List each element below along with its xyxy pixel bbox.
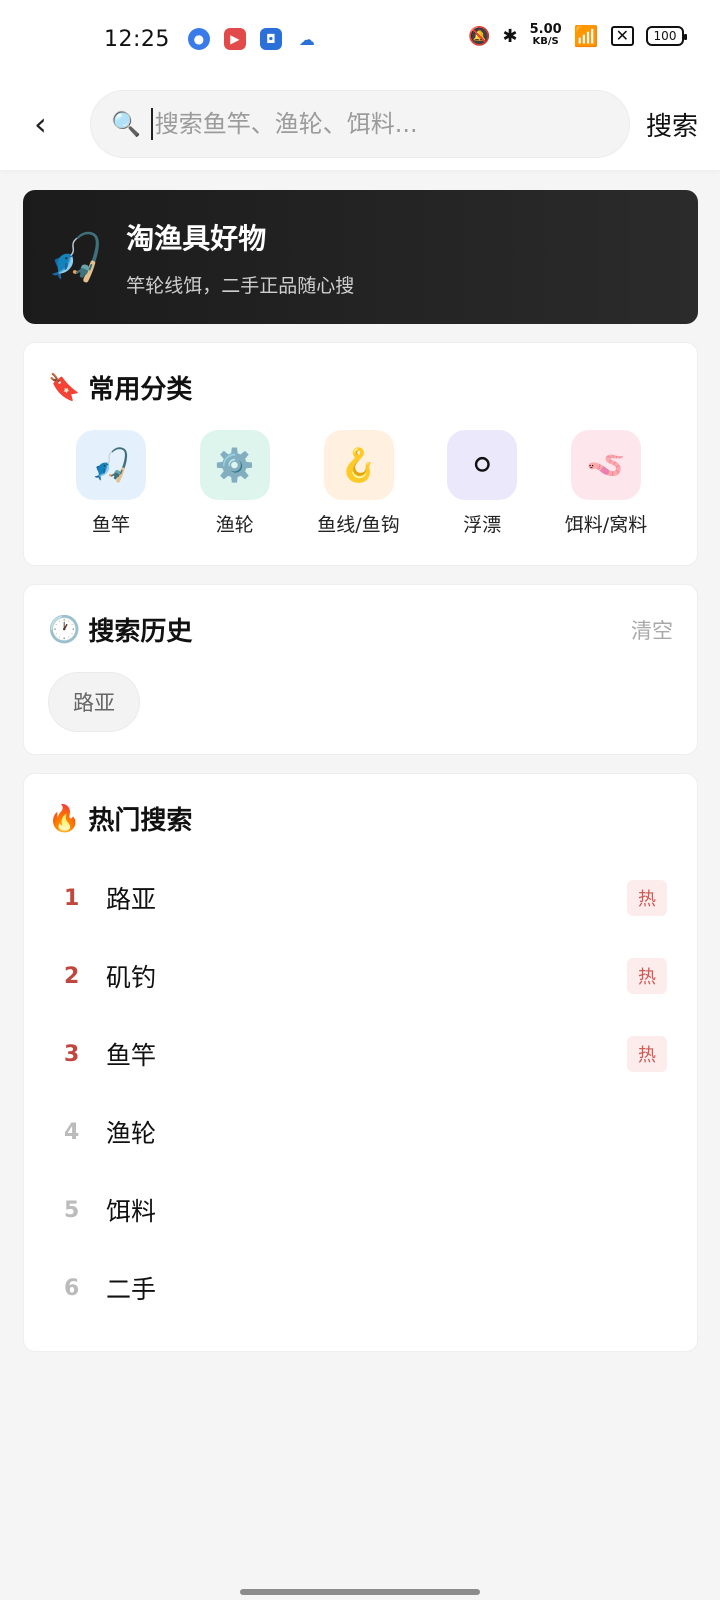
- history-list: 路亚: [24, 648, 697, 754]
- status-time: 12:25: [104, 26, 170, 52]
- search-input[interactable]: [154, 110, 609, 138]
- hot-search-item[interactable]: 1 路亚 热: [48, 859, 667, 937]
- hot-label: 饵料: [106, 1197, 157, 1226]
- category-label: 饵料/窝料: [564, 514, 648, 536]
- network-speed: 5.00 KB/S: [529, 22, 562, 47]
- history-card: 🕐 搜索历史 清空 路亚: [23, 584, 698, 755]
- hot-rank: 6: [64, 1275, 80, 1301]
- bluetooth-icon: ✱: [502, 25, 518, 47]
- hot-rank: 5: [64, 1197, 80, 1223]
- hot-rank: 2: [64, 963, 80, 989]
- category-item[interactable]: ⚪ 浮漂: [427, 430, 537, 537]
- clock-icon: 🕐: [48, 614, 81, 645]
- categories-card: 🔖 常用分类 🎣 鱼竿 ⚙️ 渔轮 🪝 鱼线/鱼钩 ⚪ 浮漂 🪱 饵料/窝料: [23, 342, 698, 566]
- hot-rank: 3: [64, 1041, 80, 1067]
- category-icon: ⚪: [447, 430, 518, 500]
- back-chevron-icon[interactable]: ‹: [34, 108, 66, 140]
- hot-label: 路亚: [106, 885, 157, 914]
- hot-label: 鱼竿: [106, 1041, 157, 1070]
- hot-label: 渔轮: [106, 1119, 157, 1148]
- hot-search-item[interactable]: 2 矶钓 热: [48, 937, 667, 1015]
- main-content: 🎣 淘渔具好物 竿轮线饵，二手正品随心搜 🔖 常用分类 🎣 鱼竿 ⚙️ 渔轮 🪝 鱼线/鱼…: [0, 170, 720, 1352]
- category-item[interactable]: 🎣 鱼竿: [56, 430, 166, 537]
- sim-off-icon: ✕: [610, 26, 634, 46]
- hot-search-item[interactable]: 4 渔轮: [48, 1093, 667, 1171]
- hot-search-item[interactable]: 6 二手: [48, 1249, 667, 1327]
- hot-search-card: 🔥 热门搜索 1 路亚热 2 矶钓热 3 鱼竿热 4 渔轮 5 饵料 6 二手: [23, 773, 698, 1352]
- fire-icon: 🔥: [48, 803, 81, 834]
- banner-subtitle: 竿轮线饵，二手正品随心搜: [126, 274, 355, 297]
- fishing-rod-icon: 🎣: [47, 229, 105, 284]
- bookmark-icon: 🔖: [48, 372, 81, 403]
- history-title: 🕐 搜索历史: [48, 614, 193, 648]
- battery-indicator: 100: [646, 26, 687, 46]
- hot-tag-badge: 热: [627, 1036, 667, 1072]
- clear-history-button[interactable]: 清空: [631, 615, 673, 645]
- hot-tag-badge: 热: [627, 958, 667, 994]
- hot-search-item[interactable]: 5 饵料: [48, 1171, 667, 1249]
- hot-search-title: 🔥 热门搜索: [48, 803, 193, 837]
- cloud-icon: ☁: [295, 28, 318, 50]
- home-indicator[interactable]: [240, 1589, 480, 1595]
- banner-title: 淘渔具好物: [126, 221, 267, 255]
- hot-rank: 4: [64, 1119, 80, 1145]
- category-icon: 🪱: [571, 430, 641, 500]
- search-header: ‹ 🔍 搜索: [0, 78, 720, 170]
- text-caret: [150, 108, 153, 140]
- categories-title: 🔖 常用分类: [48, 372, 193, 406]
- wifi-icon: 📶: [573, 24, 599, 48]
- status-right: 🔕 ✱ 5.00 KB/S 📶 ✕ 100: [468, 22, 687, 48]
- hot-label: 二手: [106, 1275, 157, 1304]
- hot-tag-badge: 热: [627, 880, 667, 916]
- hot-search-item[interactable]: 3 鱼竿 热: [48, 1015, 667, 1093]
- hot-label: 矶钓: [106, 963, 157, 992]
- category-icon: 🪝: [323, 430, 394, 500]
- mute-bell-icon: 🔕: [468, 25, 491, 47]
- category-label: 鱼线/鱼钩: [317, 514, 400, 536]
- status-bar: 12:25 ● ▶ ◘ ☁ 🔕 ✱ 5.00 KB/S 📶 ✕ 100: [0, 0, 720, 78]
- security-icon: ◘: [259, 28, 282, 50]
- hot-rank: 1: [64, 885, 80, 911]
- category-icon: ⚙️: [199, 430, 270, 500]
- browser-icon: ●: [187, 28, 210, 50]
- category-label: 渔轮: [215, 514, 254, 536]
- promo-banner[interactable]: 🎣 淘渔具好物 竿轮线饵，二手正品随心搜: [23, 190, 698, 324]
- search-icon: 🔍: [111, 110, 141, 138]
- category-item[interactable]: 🪝 鱼线/鱼钩: [304, 430, 414, 537]
- hot-search-list: 1 路亚热 2 矶钓热 3 鱼竿热 4 渔轮 5 饵料 6 二手: [24, 837, 697, 1351]
- category-label: 鱼竿: [91, 514, 130, 536]
- history-chip[interactable]: 路亚: [48, 672, 140, 732]
- search-box[interactable]: 🔍: [90, 90, 630, 158]
- search-button[interactable]: 搜索: [646, 106, 698, 143]
- category-item[interactable]: ⚙️ 渔轮: [180, 430, 290, 537]
- video-icon: ▶: [223, 28, 246, 50]
- category-item[interactable]: 🪱 饵料/窝料: [551, 430, 661, 537]
- status-app-icons: ● ▶ ◘ ☁: [187, 28, 318, 50]
- category-list: 🎣 鱼竿 ⚙️ 渔轮 🪝 鱼线/鱼钩 ⚪ 浮漂 🪱 饵料/窝料: [24, 406, 697, 565]
- category-label: 浮漂: [463, 514, 502, 536]
- category-icon: 🎣: [76, 430, 146, 500]
